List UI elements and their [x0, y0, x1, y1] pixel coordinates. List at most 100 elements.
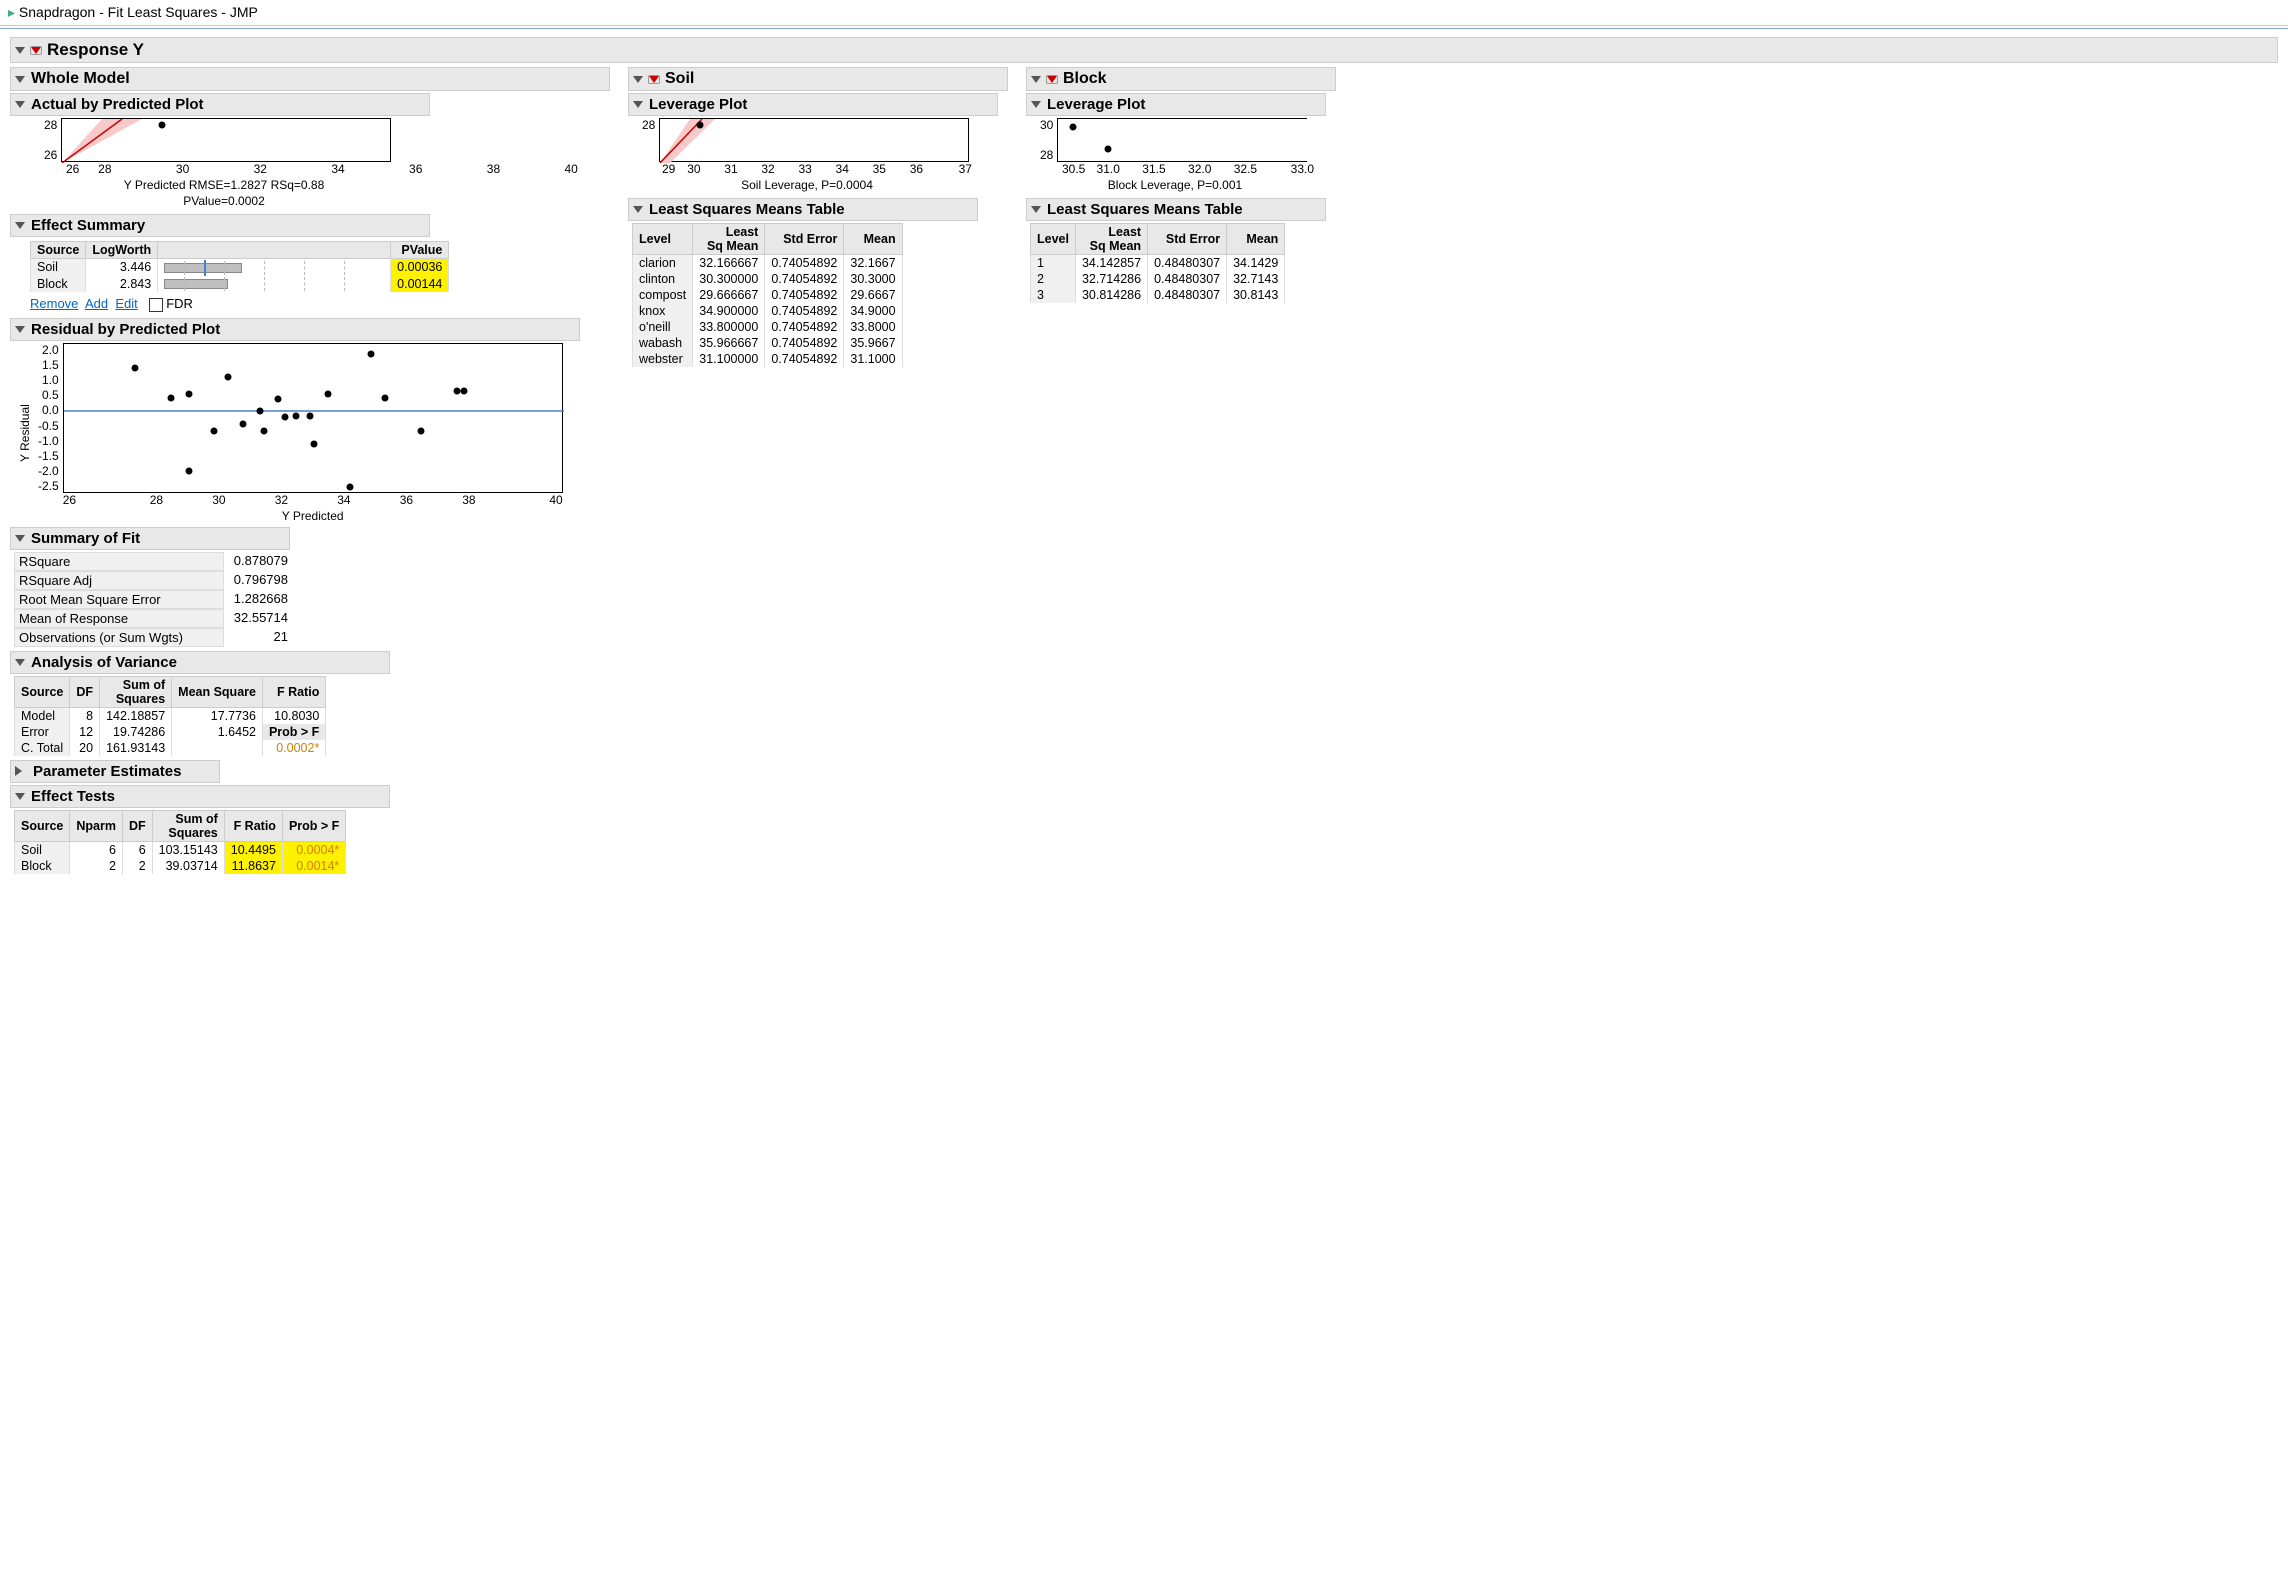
plot-svg [62, 119, 392, 163]
disclosure-icon[interactable] [15, 101, 25, 108]
soil-title: Soil [665, 70, 694, 88]
col-p: Prob > F [282, 810, 345, 841]
col-se: Std Error [1148, 224, 1227, 255]
disclosure-icon[interactable] [633, 76, 643, 83]
y-tick: -1.5 [38, 449, 59, 463]
residual-plot[interactable]: Y Residual 2.0 1.5 1.0 0.5 0.0 -0.5 -1.0… [16, 343, 610, 523]
disclosure-icon[interactable] [15, 326, 25, 333]
col-pvalue: PValue [391, 242, 449, 259]
x-tick: 36 [898, 162, 935, 176]
anova-title: Analysis of Variance [31, 654, 177, 671]
x-tick: 32.0 [1177, 162, 1223, 176]
edit-link[interactable]: Edit [115, 296, 137, 311]
soil-leverage-plot[interactable]: 28 29 30 31 32 33 34 35 36 37 Soil Lever… [642, 118, 1008, 192]
x-tick: 32 [221, 162, 299, 176]
y-tick: 30 [1040, 118, 1053, 132]
block-title: Block [1063, 70, 1107, 88]
table-row: knox34.9000000.7405489234.9000 [633, 303, 903, 319]
anova-header[interactable]: Analysis of Variance [10, 651, 390, 674]
block-leverage-title: Leverage Plot [1047, 96, 1145, 113]
table-row: o'neill33.8000000.7405489233.8000 [633, 319, 903, 335]
effect-tests-table: Source Nparm DF Sum of Squares F Ratio P… [14, 810, 346, 874]
disclosure-icon[interactable] [15, 222, 25, 229]
x-tick: 36 [377, 162, 455, 176]
table-row: Error1219.742861.6452Prob > F [15, 724, 326, 740]
whole-model-title: Whole Model [31, 70, 130, 88]
residual-svg [64, 344, 564, 494]
x-tick: 33 [787, 162, 824, 176]
soil-leverage-header[interactable]: Leverage Plot [628, 93, 998, 116]
x-tick: 31 [712, 162, 749, 176]
y-tick: 0.5 [38, 388, 59, 402]
effect-tests-header[interactable]: Effect Tests [10, 785, 390, 808]
x-tick: 38 [455, 162, 533, 176]
block-leverage-plot[interactable]: 30 28 30.5 31.0 31.5 32.0 32.5 33.0 Bloc… [1040, 118, 1336, 192]
x-tick: 40 [532, 162, 610, 176]
x-tick: 31.5 [1131, 162, 1177, 176]
col-level: Level [1031, 224, 1076, 255]
table-row: Block2239.0371411.86370.0014* [15, 858, 346, 874]
y-tick: 26 [44, 148, 57, 162]
x-tick: 36 [375, 493, 438, 507]
residual-header[interactable]: Residual by Predicted Plot [10, 318, 580, 341]
table-row: Model8142.1885717.773610.8030 [15, 707, 326, 724]
red-triangle-icon[interactable] [649, 76, 659, 83]
soil-lsm-header[interactable]: Least Squares Means Table [628, 198, 978, 221]
table-row[interactable]: Soil 3.446 0.00036 [31, 259, 449, 276]
y-tick: 28 [1040, 148, 1053, 162]
y-tick: -1.0 [38, 434, 59, 448]
red-triangle-icon[interactable] [1047, 76, 1057, 83]
table-row: C. Total20161.931430.0002* [15, 740, 326, 756]
block-header[interactable]: Block [1026, 67, 1336, 91]
actual-predicted-plot[interactable]: 28 26 26 28 30 32 34 36 38 40 Y Predicte… [44, 118, 610, 208]
remove-link[interactable]: Remove [30, 296, 78, 311]
col-f: F Ratio [262, 676, 325, 707]
disclosure-icon[interactable] [15, 793, 25, 800]
add-link[interactable]: Add [85, 296, 108, 311]
summary-fit-header[interactable]: Summary of Fit [10, 527, 290, 550]
soil-header[interactable]: Soil [628, 67, 1008, 91]
disclosure-icon[interactable] [1031, 76, 1041, 83]
response-title: Response Y [47, 40, 144, 60]
disclosure-closed-icon[interactable] [15, 766, 27, 776]
x-tick: 34 [313, 493, 376, 507]
table-row: 134.1428570.4848030734.1429 [1031, 255, 1285, 272]
col-f: F Ratio [224, 810, 282, 841]
col-lsq: Least Sq Mean [693, 224, 765, 255]
table-row[interactable]: Block 2.843 0.00144 [31, 276, 449, 293]
x-tick: 38 [438, 493, 501, 507]
table-row: 232.7142860.4848030732.7143 [1031, 271, 1285, 287]
table-row: Mean of Response32.55714 [14, 609, 610, 628]
block-lsm-header[interactable]: Least Squares Means Table [1026, 198, 1326, 221]
fdr-checkbox[interactable] [149, 298, 163, 312]
col-mean: Mean [844, 224, 902, 255]
soil-leverage-title: Leverage Plot [649, 96, 747, 113]
red-triangle-icon[interactable] [31, 47, 41, 54]
effect-summary-header[interactable]: Effect Summary [10, 214, 430, 237]
response-header[interactable]: Response Y [10, 37, 2278, 63]
y-axis-label: Y Residual [16, 343, 34, 523]
param-est-header[interactable]: Parameter Estimates [10, 760, 220, 783]
disclosure-icon[interactable] [15, 47, 25, 54]
disclosure-icon[interactable] [15, 535, 25, 542]
x-axis-label: Y Predicted [63, 509, 563, 523]
table-row: webster31.1000000.7405489231.1000 [633, 351, 903, 367]
soil-lsm-title: Least Squares Means Table [649, 201, 845, 218]
y-tick: 28 [642, 118, 655, 132]
y-tick: 1.5 [38, 358, 59, 372]
disclosure-icon[interactable] [1031, 101, 1041, 108]
disclosure-icon[interactable] [15, 659, 25, 666]
disclosure-icon[interactable] [633, 206, 643, 213]
col-bar [158, 242, 391, 259]
actual-predicted-header[interactable]: Actual by Predicted Plot [10, 93, 430, 116]
x-tick: 34 [824, 162, 861, 176]
disclosure-icon[interactable] [633, 101, 643, 108]
disclosure-icon[interactable] [1031, 206, 1041, 213]
whole-model-header[interactable]: Whole Model [10, 67, 610, 91]
summary-fit-title: Summary of Fit [31, 530, 140, 547]
disclosure-icon[interactable] [15, 76, 25, 83]
table-row: compost29.6666670.7405489229.6667 [633, 287, 903, 303]
block-leverage-header[interactable]: Leverage Plot [1026, 93, 1326, 116]
col-lsq: Least Sq Mean [1075, 224, 1147, 255]
x-tick: 37 [935, 162, 972, 176]
